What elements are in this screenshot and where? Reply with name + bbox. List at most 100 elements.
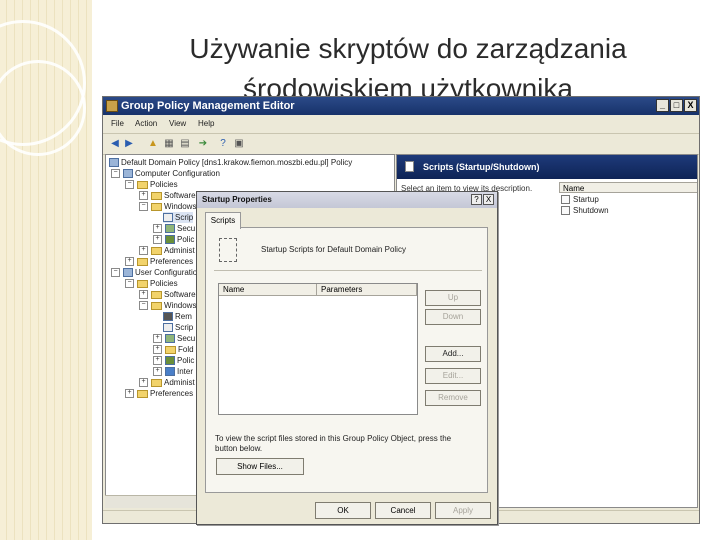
- expand-icon[interactable]: +: [153, 367, 162, 377]
- column-name[interactable]: Name: [219, 284, 317, 296]
- tree-item-user-software[interactable]: + Software: [139, 289, 196, 300]
- expand-icon[interactable]: +: [139, 191, 148, 201]
- down-button[interactable]: Down: [425, 309, 481, 325]
- tree-item-user-scripts[interactable]: Scrip: [163, 322, 193, 333]
- tree-item-user-policies[interactable]: − Policies: [125, 278, 178, 289]
- up-folder-icon[interactable]: ▲: [147, 138, 159, 150]
- script-document-icon: [219, 238, 237, 262]
- maximize-button[interactable]: □: [670, 99, 683, 112]
- internet-explorer-icon: [165, 367, 175, 377]
- folder-icon: [165, 345, 176, 354]
- tree-item-computer-software[interactable]: + Software: [139, 190, 196, 201]
- tree-item-computer-windows[interactable]: − Windows: [139, 201, 196, 212]
- properties-icon[interactable]: ▤: [179, 138, 191, 150]
- slide-title-line2: środowiskiem użytkownika: [243, 73, 573, 96]
- script-document-icon: [405, 161, 414, 172]
- collapse-icon[interactable]: −: [111, 169, 120, 179]
- folder-icon: [137, 279, 148, 288]
- tree-item-user-security[interactable]: + Secu: [153, 333, 195, 344]
- apply-button[interactable]: Apply: [435, 502, 491, 519]
- expand-icon[interactable]: +: [125, 389, 134, 399]
- expand-icon[interactable]: +: [153, 345, 162, 355]
- folder-icon: [137, 180, 148, 189]
- details-item-startup[interactable]: Startup: [561, 195, 599, 205]
- edit-button[interactable]: Edit...: [425, 368, 481, 384]
- script-icon: [163, 323, 173, 333]
- window-titlebar[interactable]: Group Policy Management Editor _ □ X: [103, 97, 699, 115]
- collapse-icon[interactable]: −: [139, 202, 148, 212]
- menu-action[interactable]: Action: [135, 119, 157, 128]
- collapse-icon[interactable]: −: [139, 301, 148, 311]
- details-item-shutdown[interactable]: Shutdown: [561, 206, 609, 216]
- tree-item-user-admin-templates[interactable]: + Administ: [139, 377, 195, 388]
- tree-item-user-policy-based-qos[interactable]: + Polic: [153, 355, 194, 366]
- folder-icon: [137, 389, 148, 398]
- remove-button[interactable]: Remove: [425, 390, 481, 406]
- tree-item-computer-security[interactable]: + Secu: [153, 223, 195, 234]
- export-list-icon[interactable]: ➔: [197, 138, 209, 150]
- tree-item-computer-policies[interactable]: − Policies: [125, 179, 178, 190]
- folder-icon: [151, 378, 162, 387]
- panel-title: Startup Scripts for Default Domain Polic…: [261, 245, 406, 254]
- tree-item-user-preferences[interactable]: + Preferences: [125, 388, 193, 399]
- expand-icon[interactable]: +: [153, 356, 162, 366]
- folder-icon: [151, 246, 162, 255]
- close-button[interactable]: X: [684, 99, 697, 112]
- tree-item-user-windows[interactable]: − Windows: [139, 300, 196, 311]
- tree-item-computer-scripts[interactable]: Scrip: [163, 212, 194, 223]
- tree-item-user-internet-explorer[interactable]: + Inter: [153, 366, 193, 377]
- details-column-name[interactable]: Name: [559, 182, 697, 193]
- menu-view[interactable]: View: [169, 119, 186, 128]
- decorative-side-band: [0, 0, 92, 540]
- dialog-help-button[interactable]: ?: [471, 194, 482, 205]
- dialog-titlebar[interactable]: Startup Properties: [197, 192, 497, 208]
- slide-title-line1: Używanie skryptów do zarządzania: [189, 33, 627, 64]
- forward-arrow-icon[interactable]: ▶: [123, 138, 135, 150]
- tree-item-user-folder-redirection[interactable]: + Fold: [153, 344, 194, 355]
- minimize-button[interactable]: _: [656, 99, 669, 112]
- security-icon: [165, 224, 175, 234]
- show-files-button[interactable]: Show Files...: [216, 458, 304, 475]
- dialog-close-button[interactable]: X: [483, 194, 494, 205]
- tree-item-user-remote-install[interactable]: Rem: [163, 311, 192, 322]
- folder-icon: [151, 191, 162, 200]
- expand-icon[interactable]: +: [153, 334, 162, 344]
- collapse-icon[interactable]: −: [125, 279, 134, 289]
- view-icon[interactable]: ▣: [233, 138, 245, 150]
- expand-icon[interactable]: +: [139, 378, 148, 388]
- details-header-title: Scripts (Startup/Shutdown): [423, 162, 540, 172]
- scripts-list[interactable]: Name Parameters: [218, 283, 418, 415]
- collapse-icon[interactable]: −: [111, 268, 120, 278]
- cancel-button[interactable]: Cancel: [375, 502, 431, 519]
- script-icon: [561, 195, 570, 205]
- toolbar: ◀ ▶ ▲ ▦ ▤ ➔ ? ▣: [103, 133, 699, 155]
- tree-item-computer-admin-templates[interactable]: + Administ: [139, 245, 195, 256]
- collapse-icon[interactable]: −: [125, 180, 134, 190]
- user-icon: [123, 268, 133, 278]
- computer-icon: [123, 169, 133, 179]
- tree-item-computer-preferences[interactable]: + Preferences: [125, 256, 193, 267]
- expand-icon[interactable]: +: [139, 290, 148, 300]
- tree-horizontal-scrollbar[interactable]: [105, 495, 197, 508]
- add-button[interactable]: Add...: [425, 346, 481, 362]
- tab-scripts[interactable]: Scripts: [205, 212, 241, 229]
- back-arrow-icon[interactable]: ◀: [109, 138, 121, 150]
- expand-icon[interactable]: +: [139, 246, 148, 256]
- divider: [214, 270, 482, 271]
- tree-item-computer-config[interactable]: − Computer Configuration: [111, 168, 220, 179]
- expand-icon[interactable]: +: [153, 224, 162, 234]
- tree-item-gpo-root[interactable]: Default Domain Policy [dns1.krakow.fiemo…: [109, 157, 352, 168]
- expand-icon[interactable]: +: [125, 257, 134, 267]
- gpo-icon: [109, 158, 119, 168]
- tree-item-user-config[interactable]: − User Configuration: [111, 267, 202, 278]
- help-icon[interactable]: ?: [217, 138, 229, 150]
- up-button[interactable]: Up: [425, 290, 481, 306]
- menu-help[interactable]: Help: [198, 119, 214, 128]
- show-hide-tree-icon[interactable]: ▦: [163, 138, 175, 150]
- ok-button[interactable]: OK: [315, 502, 371, 519]
- gpme-app-icon: [106, 100, 118, 112]
- expand-icon[interactable]: +: [153, 235, 162, 245]
- column-parameters[interactable]: Parameters: [317, 284, 417, 296]
- menu-file[interactable]: File: [111, 119, 124, 128]
- tree-item-computer-policy-based-qos[interactable]: + Polic: [153, 234, 194, 245]
